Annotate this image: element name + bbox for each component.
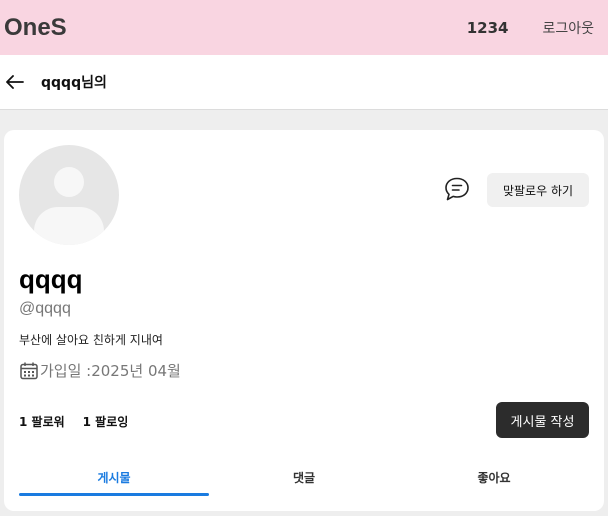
page-header: qqqq님의 [0,55,608,110]
join-date-row: 가입일 :2025년 04월 [19,360,181,381]
top-navigation-bar: OneS 1234 로그아웃 [0,0,608,55]
join-date-text: 가입일 :2025년 04월 [40,362,181,380]
page-title: qqqq님의 [41,75,107,91]
chat-bubble-icon[interactable] [444,176,470,202]
follow-stats: 1 팔로워 1 팔로잉 [19,413,128,430]
tab-likes[interactable]: 좋아요 [399,458,589,496]
tab-posts[interactable]: 게시물 [19,458,209,496]
profile-bio: 부산에 살아요 친하게 지내여 [19,333,163,347]
calendar-icon [19,361,39,381]
profile-handle: @qqqq [19,300,71,317]
follow-back-button[interactable]: 맞팔로우 하기 [487,173,589,207]
logout-link[interactable]: 로그아웃 [542,18,594,38]
followers-count[interactable]: 1 팔로워 [19,413,65,430]
profile-display-name: qqqq [19,264,83,294]
topbar-actions: 1234 로그아웃 [467,18,594,38]
tab-comments[interactable]: 댓글 [209,458,399,496]
write-post-button[interactable]: 게시물 작성 [496,402,589,438]
brand-logo[interactable]: OneS [4,14,67,42]
default-avatar-icon [34,167,104,245]
following-count[interactable]: 1 팔로잉 [83,413,129,430]
current-user-id[interactable]: 1234 [467,19,509,37]
profile-card: 맞팔로우 하기 qqqq @qqqq 부산에 살아요 친하게 지내여 가입일 :… [4,130,604,511]
arrow-left-icon[interactable] [5,72,25,92]
avatar [19,145,119,245]
profile-tabs: 게시물 댓글 좋아요 [19,458,589,496]
